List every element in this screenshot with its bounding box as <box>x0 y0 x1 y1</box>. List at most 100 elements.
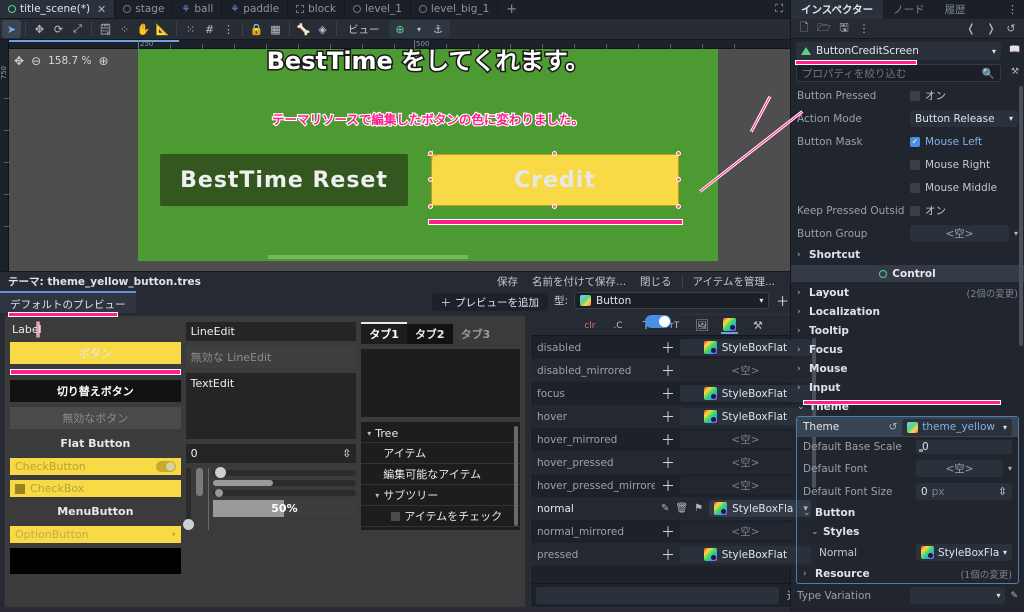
inspector-toolbar[interactable]: 🗋 🗁 🖫 ⋮ ❬ ❭ ↺ <box>791 19 1024 39</box>
preview-vscrollbar[interactable] <box>195 468 203 496</box>
section-shortcut[interactable]: › Shortcut <box>791 245 1024 264</box>
inspector-property-list[interactable]: Button Pressed オン Action Mode Button Rel… <box>791 84 1024 612</box>
plus-icon[interactable]: ＋ <box>661 361 675 381</box>
preview-line-edit[interactable]: LineEdit <box>185 322 357 341</box>
delete-icon[interactable]: 🗑 <box>675 503 688 514</box>
stepper-icon[interactable]: ⇳ <box>998 486 1007 498</box>
plus-icon[interactable]: ＋ <box>661 430 675 450</box>
default-font-size-stepper[interactable]: 0 px ⇳ <box>916 483 1012 500</box>
add-preview-button[interactable]: ＋ プレビューを追加 <box>431 293 548 311</box>
selection-handle[interactable] <box>428 151 433 156</box>
default-font-picker[interactable]: <空> <box>916 460 1003 477</box>
theme-item-row[interactable]: normal_mirrored ＋ <空> <box>531 520 817 543</box>
theme-preview-area[interactable]: Label ボタン 切り替えボタン 無効なボタン Flat Button Che… <box>4 315 526 608</box>
rename-icon[interactable]: ✎ <box>661 503 669 514</box>
section-theme-overrides[interactable]: › Theme Overrides (2個の変更) <box>791 607 1024 612</box>
inspected-node[interactable]: ButtonCreditScreen ▾ <box>796 42 1001 60</box>
slider-knob[interactable] <box>214 467 226 478</box>
lock-icon[interactable]: 🔒 <box>247 20 266 38</box>
misc-icon[interactable]: ⚒ <box>749 318 766 334</box>
subsection-styles[interactable]: ⌄ Styles <box>797 522 1018 541</box>
edit-icon[interactable]: ✎ <box>1010 591 1018 601</box>
section-tooltip[interactable]: › Tooltip <box>791 321 1024 340</box>
tab-history[interactable]: 履歴 <box>935 0 976 19</box>
history-forward-icon[interactable]: ❭ <box>983 21 999 37</box>
anchor-icon[interactable]: ⚓ <box>429 20 448 38</box>
scene-tab-paddle[interactable]: ⚘ paddle <box>222 0 289 18</box>
selection-handle[interactable] <box>428 177 433 182</box>
selection-handle[interactable] <box>552 151 557 156</box>
kebab-icon[interactable]: ⋮ <box>219 20 238 38</box>
type-variation-dropdown[interactable]: ▾ <box>910 587 1006 604</box>
preview-check-button[interactable]: CheckButton <box>10 458 181 475</box>
preview-tree[interactable]: ▾ Tree アイテム 編集可能なアイテム ▾ サブツリー アイテムをチェック <box>361 422 521 530</box>
snap-icon[interactable]: ⁘ <box>115 20 134 38</box>
section-localization[interactable]: › Localization <box>791 302 1024 321</box>
preview-button[interactable]: ボタン <box>10 342 181 364</box>
property-action-mode[interactable]: Action Mode Button Release ▾ <box>791 107 1024 130</box>
preview-spinbox[interactable]: 0 ⇳ <box>185 444 357 463</box>
history-icon[interactable]: ↺ <box>1003 21 1019 37</box>
plus-icon[interactable]: ＋ <box>661 545 675 565</box>
theme-save-button[interactable]: 保存 <box>490 274 525 289</box>
scrollbar[interactable] <box>1019 86 1023 346</box>
property-button-mask-right[interactable]: Mouse Right <box>791 153 1024 176</box>
tree-row[interactable]: ▾ Tree <box>361 425 521 443</box>
section-mouse[interactable]: › Mouse <box>791 359 1024 378</box>
theme-item-row[interactable]: pressed ＋ StyleBoxFlat <box>531 543 817 566</box>
scale-icon[interactable]: ⤢ <box>68 20 87 38</box>
theme-item-type-tabs[interactable]: clr .C T ᴛT 🖼 ⚒ <box>531 316 817 336</box>
preview-icon[interactable]: ⊕ <box>391 20 410 38</box>
theme-item-row[interactable]: hover ＋ StyleBoxFlat <box>531 405 817 428</box>
theme-item-row[interactable]: hover_mirrored ＋ <空> <box>531 428 817 451</box>
game-stage-preview[interactable]: BestTime をしてくれます。 テーマリソースで編集したボタンの色に変わりま… <box>138 46 718 261</box>
view-menu-button[interactable]: ビュー <box>341 22 387 37</box>
property-button-mask[interactable]: Button Mask ✓ Mouse Left <box>791 130 1024 153</box>
checkbox-icon[interactable] <box>910 205 920 216</box>
plus-icon[interactable]: ＋ <box>661 407 675 427</box>
grid-icon[interactable]: # <box>200 20 219 38</box>
texture-icon[interactable]: 🖼 <box>693 318 710 334</box>
tree-row[interactable]: ▾ サブツリー <box>361 485 521 506</box>
theme-save-as-button[interactable]: 名前を付けて保存... <box>525 274 633 289</box>
scene-tab-stage[interactable]: stage <box>115 0 174 18</box>
preview-group[interactable]: ⊕ ▾ ⚓ <box>388 20 450 38</box>
distraction-free-icon[interactable]: ⛶ <box>768 0 790 18</box>
chevron-down-icon[interactable]: ▾ <box>367 429 371 438</box>
tab-inspector[interactable]: インスペクター <box>791 0 884 19</box>
scene-tab-title-scene[interactable]: title_scene(*) ✕ <box>0 0 116 18</box>
tree-row[interactable]: 編集可能なアイテム <box>361 464 521 485</box>
property-keep-pressed-outside[interactable]: Keep Pressed Outside オン <box>791 199 1024 222</box>
default-base-scale-slider[interactable]: 0 <box>916 440 1012 454</box>
snap-node-icon[interactable]: ⁙ <box>181 20 200 38</box>
canvas-viewport[interactable]: 250 500 750 ✥ ⊖ 158.7 % ⊕ BestTime をしてくれ… <box>0 40 790 271</box>
group-icon[interactable]: ▦ <box>266 20 285 38</box>
object-tools-icon[interactable]: ⚒ <box>1006 67 1024 77</box>
scrollbar-grabber[interactable] <box>212 480 273 486</box>
theme-item-row[interactable]: hover_pressed ＋ <空> <box>531 451 817 474</box>
chevron-down-icon[interactable]: ▾ <box>375 491 379 500</box>
kebab-icon[interactable]: ⋮ <box>856 21 872 37</box>
new-resource-icon[interactable]: 🗋 <box>796 21 812 37</box>
save-resource-icon[interactable]: 🖫 <box>836 21 852 37</box>
theme-property-row[interactable]: Theme ↺ theme_yellow ▾ <box>797 417 1018 437</box>
show-default-toggle[interactable] <box>645 314 671 328</box>
normal-stylebox-picker[interactable]: StyleBoxFla ▾ <box>916 544 1012 561</box>
stepper-icon[interactable]: ⇳ <box>342 447 351 460</box>
load-resource-icon[interactable]: 🗁 <box>816 21 832 37</box>
center-view-icon[interactable]: ✥ <box>14 54 24 68</box>
scene-tab-level-1[interactable]: level_1 <box>345 0 411 18</box>
theme-add-item-row[interactable]: 追加 <box>531 583 817 607</box>
theme-item-row[interactable]: disabled ＋ StyleBoxFlat <box>531 336 817 359</box>
select-arrow-icon[interactable]: ➤ <box>2 20 21 38</box>
preview-text-edit[interactable]: TextEdit <box>185 373 357 439</box>
preview-menu-button[interactable]: MenuButton <box>10 502 181 521</box>
section-focus[interactable]: › Focus <box>791 340 1024 359</box>
tree-row[interactable]: アイテムをチェック <box>361 506 521 527</box>
preview-hslider-small[interactable] <box>212 489 357 497</box>
preview-checkbox[interactable]: CheckBox <box>10 480 181 497</box>
preview-hslider[interactable] <box>212 467 357 478</box>
scrollbar[interactable] <box>514 426 519 526</box>
plus-icon[interactable]: ＋ <box>661 476 675 496</box>
subsection-button[interactable]: ⌄ Button <box>797 503 1018 522</box>
